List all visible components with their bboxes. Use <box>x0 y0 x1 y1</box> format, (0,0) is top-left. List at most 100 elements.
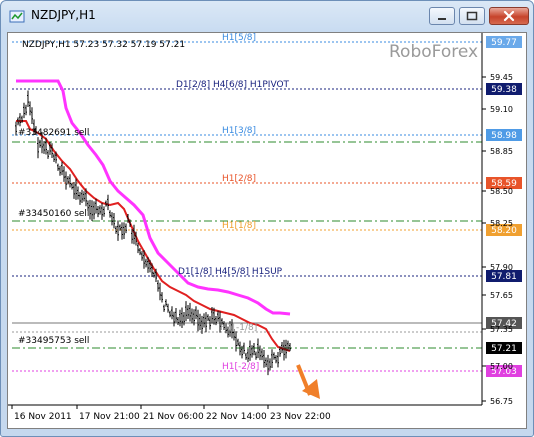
level-label: D1[1/8] H4[5/8] H1SUP <box>178 267 283 277</box>
y-tick-label: 59.10 <box>482 105 513 114</box>
x-tick-label: 16 Nov 2011 <box>11 405 72 422</box>
price-bar <box>39 139 41 148</box>
price-bar <box>271 349 273 369</box>
price-badge: 59.38 <box>486 83 522 95</box>
price-bar <box>61 161 63 176</box>
order-label: #33482691 sell <box>18 128 89 138</box>
price-bar <box>139 248 141 256</box>
price-bar <box>69 174 71 188</box>
price-chart[interactable]: H1[5/8] D1[2/8] H4[6/8] H1PIVOT H1[3/8] H1[… <box>8 33 526 428</box>
y-tick-label: 57.65 <box>482 291 513 300</box>
level-label: H1[2/8] <box>222 174 256 184</box>
x-tick-label: 23 Nov 22:00 <box>267 405 331 422</box>
x-tick-label: 22 Nov 14:00 <box>203 405 267 422</box>
y-tick-label: 59.45 <box>482 73 513 82</box>
close-icon <box>503 10 515 22</box>
level-label: D1[2/8] H4[6/8] H1PIVOT <box>176 80 290 90</box>
price-bar <box>27 90 29 108</box>
svg-text:58.98: 58.98 <box>491 131 517 141</box>
price-bar <box>71 182 73 190</box>
chart-app-icon <box>9 10 25 23</box>
minimize-icon <box>438 18 446 20</box>
price-bar <box>29 101 31 116</box>
svg-text:17 Nov 21:00: 17 Nov 21:00 <box>79 412 140 422</box>
price-bar <box>37 137 39 159</box>
price-bar <box>265 357 267 368</box>
order-label: #33450160 sell <box>18 209 89 219</box>
chart-window: NZDJPY,H1 H1[5/8] D1[2/8] H4[6/8] H1PIVOT… <box>0 0 534 437</box>
svg-text:22 Nov 14:00: 22 Nov 14:00 <box>206 412 267 422</box>
price-bar <box>141 251 143 261</box>
price-bar <box>263 350 265 368</box>
y-tick-label: 58.85 <box>482 147 513 156</box>
price-bar <box>53 153 55 162</box>
maximize-button[interactable] <box>459 7 485 25</box>
price-bar <box>191 308 193 324</box>
price-bar <box>57 163 59 171</box>
price-bar <box>201 315 203 334</box>
price-badge: 58.98 <box>486 129 522 141</box>
close-button[interactable] <box>489 7 529 25</box>
maximize-icon <box>466 11 478 21</box>
price-axis: 59.7759.3858.9858.5958.2057.8157.4257.21… <box>481 33 522 406</box>
price-bar <box>261 348 263 361</box>
svg-text:59.10: 59.10 <box>490 105 513 114</box>
price-bar <box>121 222 123 240</box>
price-bar <box>107 194 109 211</box>
price-bar <box>63 166 65 182</box>
price-bar <box>73 182 75 199</box>
price-bar <box>103 206 105 217</box>
svg-text:58.25: 58.25 <box>490 219 513 228</box>
price-bar <box>247 348 249 363</box>
price-bar <box>253 342 255 356</box>
price-bar <box>207 314 209 322</box>
price-bar <box>159 282 161 301</box>
price-bar <box>123 222 125 239</box>
price-bar <box>269 358 271 371</box>
price-bar <box>157 280 159 292</box>
price-bar <box>249 340 251 361</box>
svg-text:57.90: 57.90 <box>490 263 513 272</box>
price-bar <box>43 141 45 154</box>
time-axis: 16 Nov 2011 17 Nov 21:00 21 Nov 06:00 22 No… <box>8 404 482 422</box>
chart-area[interactable]: H1[5/8] D1[2/8] H4[6/8] H1PIVOT H1[3/8] H1[… <box>7 32 527 429</box>
level-label: H1[5/8] <box>222 33 256 43</box>
svg-text:58.85: 58.85 <box>490 147 513 156</box>
price-bar <box>31 107 33 124</box>
price-bar <box>277 351 279 368</box>
price-badge: 57.21 <box>486 342 522 354</box>
price-bar <box>199 313 201 331</box>
price-bar <box>237 338 239 347</box>
minimize-button[interactable] <box>429 7 455 25</box>
y-tick-label: 56.75 <box>482 397 513 406</box>
price-bar <box>175 307 177 323</box>
watermark: RoboForex <box>389 42 478 62</box>
svg-text:57.21: 57.21 <box>491 344 517 354</box>
level-label: H1[-2/8] <box>222 362 259 372</box>
level-label: H1[1/8] <box>222 221 256 231</box>
price-bar <box>169 310 171 318</box>
svg-text:59.77: 59.77 <box>491 38 517 48</box>
price-bar <box>181 307 183 329</box>
price-bar <box>109 210 111 218</box>
title-bar[interactable]: NZDJPY,H1 <box>1 1 533 31</box>
svg-text:59.45: 59.45 <box>490 73 513 82</box>
price-bar <box>171 306 173 320</box>
price-bar <box>117 220 119 241</box>
price-bar <box>47 150 49 159</box>
svg-text:56.75: 56.75 <box>490 397 513 406</box>
price-bar <box>177 317 179 325</box>
price-bar <box>189 302 191 322</box>
price-bar <box>167 303 169 313</box>
price-bar <box>77 186 79 200</box>
chart-header: NZDJPY,H1 57.23 57.32 57.19 57.21 <box>22 40 185 50</box>
price-bar <box>81 189 83 203</box>
price-bar <box>19 113 21 127</box>
price-bar <box>195 306 197 320</box>
price-bar <box>145 258 147 268</box>
price-bar <box>173 311 175 327</box>
price-bar <box>215 315 217 326</box>
svg-text:23 Nov 22:00: 23 Nov 22:00 <box>270 412 331 422</box>
price-bar <box>163 304 165 312</box>
price-bar <box>203 313 205 328</box>
